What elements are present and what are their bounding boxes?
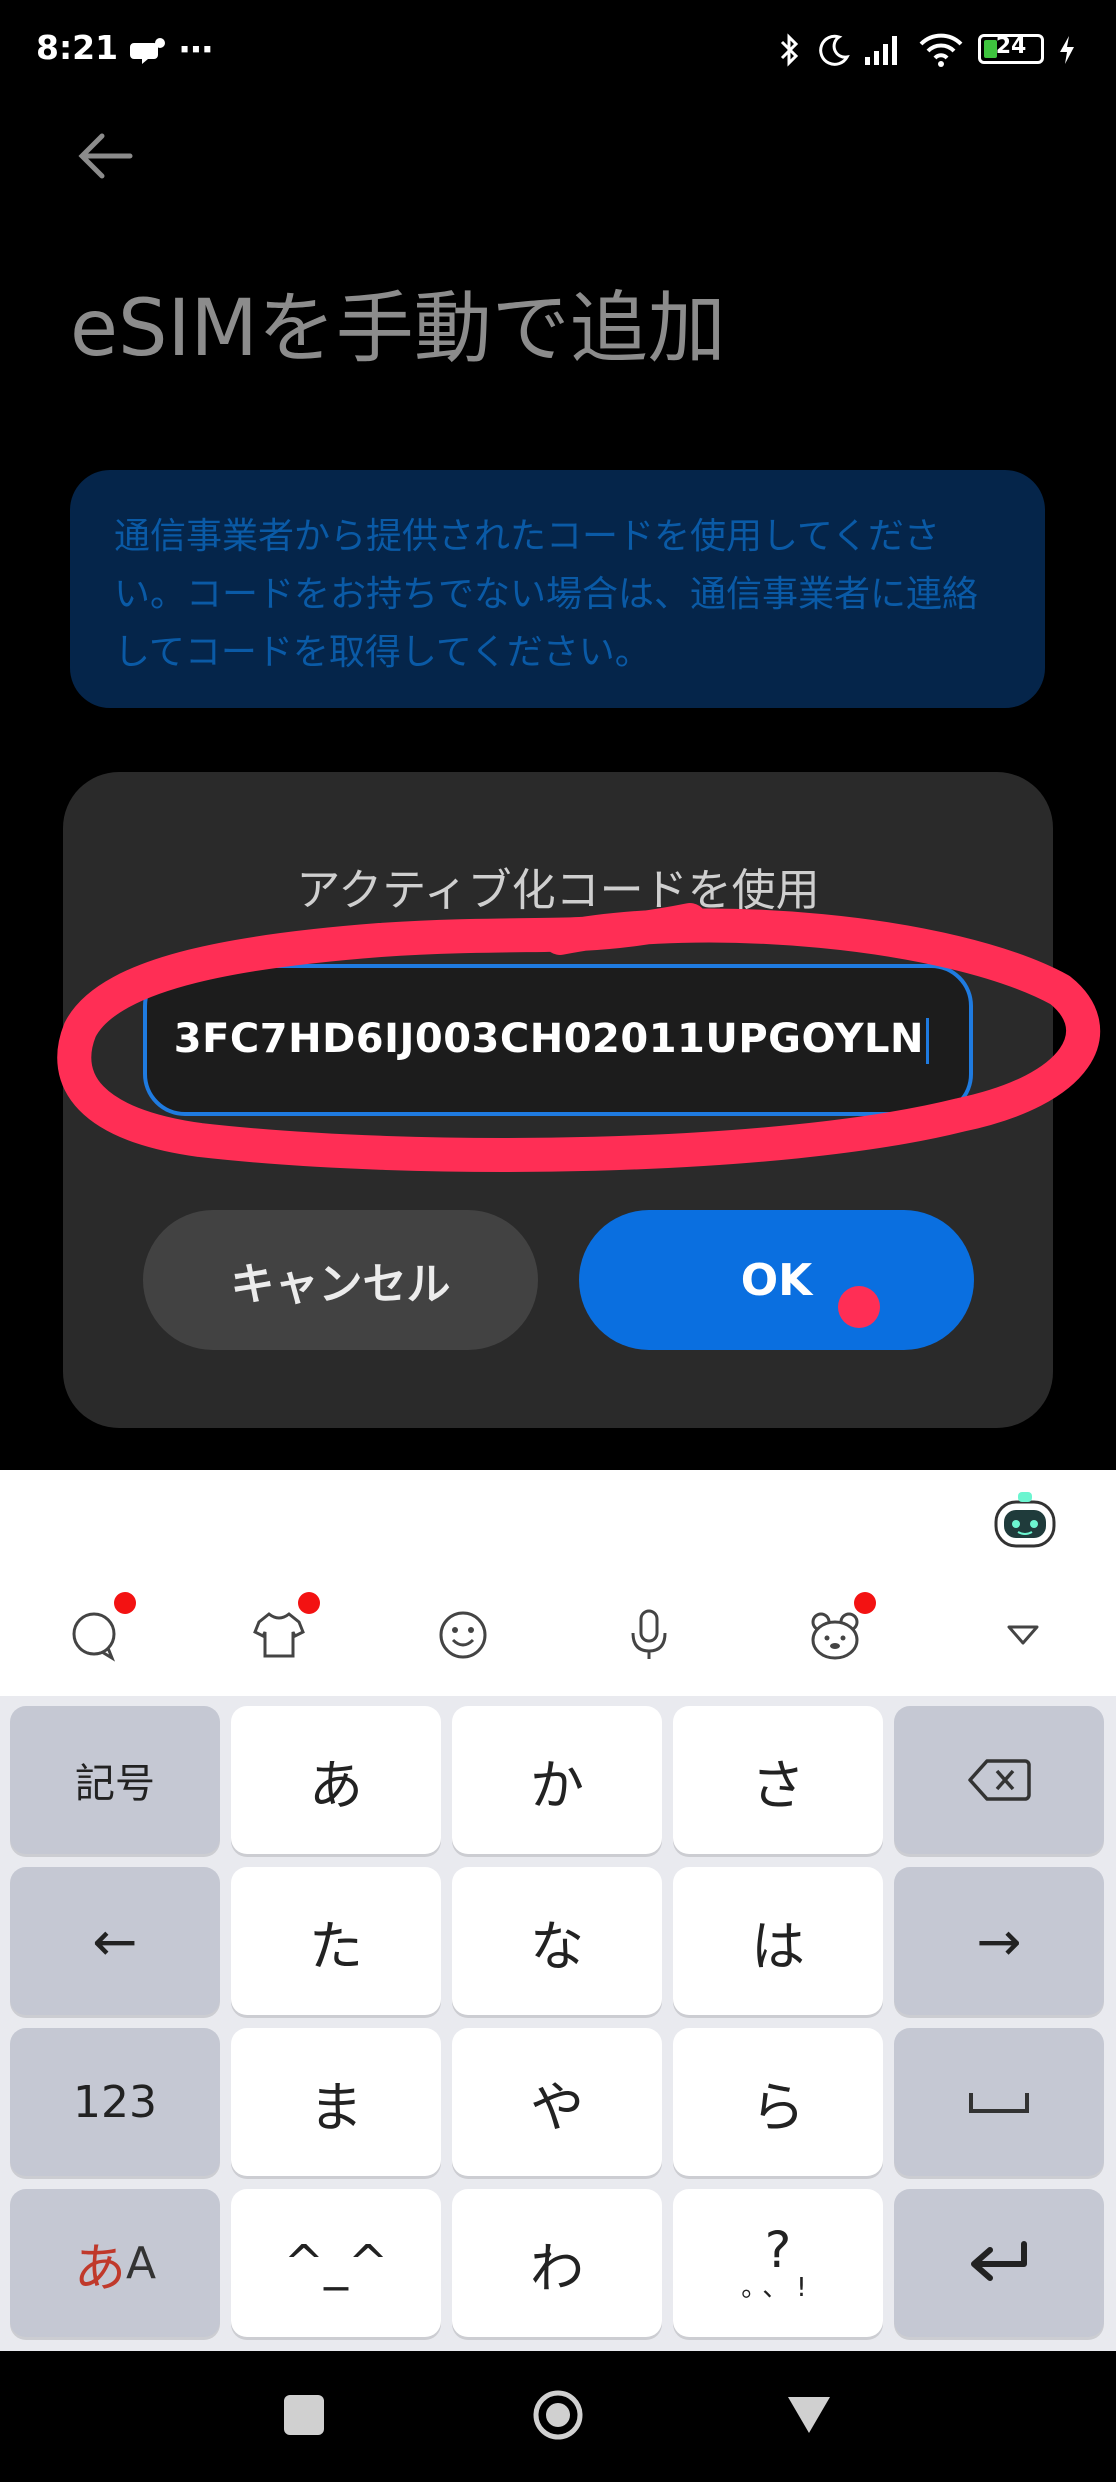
key-kaomoji[interactable]: ^_^ [231,2189,441,2337]
key-right-arrow[interactable]: → [894,1867,1104,2015]
notification-dot [854,1592,876,1614]
notification-dot [114,1592,136,1614]
more-dots-icon: ⋯ [179,30,213,70]
wifi-icon [916,30,966,70]
robot-assistant-icon[interactable] [990,1488,1060,1558]
notification-dot [298,1592,320,1614]
collapse-keyboard-icon[interactable] [988,1600,1058,1670]
home-button[interactable] [532,2389,584,2441]
back-button[interactable] [70,120,150,200]
moon-icon [814,30,854,70]
backspace-icon [968,1759,1031,1801]
key-punctuation[interactable]: ? 。、! [673,2189,883,2337]
key-ha[interactable]: は [673,1867,883,2015]
key-ma[interactable]: ま [231,2028,441,2176]
space-icon [969,2093,1029,2113]
key-input-mode[interactable]: あA [10,2189,220,2337]
key-wa[interactable]: わ [452,2189,662,2337]
recents-button[interactable] [284,2395,324,2435]
key-enter[interactable] [894,2189,1104,2337]
punct-sub: 。、! [741,2273,815,2303]
key-a[interactable]: あ [231,1706,441,1854]
battery-level: 24 [995,34,1027,59]
key-sa[interactable]: さ [673,1706,883,1854]
punct-main: ? [764,2221,792,2279]
key-ka[interactable]: か [452,1706,662,1854]
home-icon [533,2390,583,2440]
key-symbols[interactable]: 記号 [10,1706,220,1854]
emoji-icon[interactable] [428,1600,498,1670]
charging-icon [1052,30,1082,70]
cancel-button[interactable]: キャンセル [143,1210,538,1350]
key-na[interactable]: な [452,1867,662,2015]
microphone-icon[interactable] [614,1600,684,1670]
key-left-arrow[interactable]: ← [10,1867,220,2015]
page-title: eSIMを手動で追加 [70,284,726,374]
enter-icon [971,2241,1027,2281]
app-notification-icon [128,30,168,70]
key-ya[interactable]: や [452,2028,662,2176]
mode-kana-label: あ [73,2238,126,2299]
activation-code-text: 3FC7HD6IJ003CH02011UPGOYLN [174,1016,929,1064]
signal-icon [862,30,904,70]
activation-code-input[interactable]: 3FC7HD6IJ003CH02011UPGOYLN [143,964,973,1116]
activation-code-dialog: アクティブ化コードを使用 3FC7HD6IJ003CH02011UPGOYLN … [63,772,1053,1428]
back-nav-button[interactable] [786,2395,832,2435]
activation-code-value: 3FC7HD6IJ003CH02011UPGOYLN [173,1016,924,1062]
keyboard-toolbar [0,1470,1116,1696]
chat-icon[interactable] [60,1592,136,1670]
text-caret [926,1018,929,1064]
dialog-title: アクティブ化コードを使用 [296,865,820,916]
info-text: 通信事業者から提供されたコードを使用してください。コードをお持ちでない場合は、通… [114,516,979,673]
key-backspace[interactable] [894,1706,1104,1854]
back-arrow-icon [78,133,133,179]
ok-button[interactable]: OK [579,1210,974,1350]
status-time: 8:21 [36,28,119,67]
info-box: 通信事業者から提供されたコードを使用してください。コードをお持ちでない場合は、通… [70,470,1045,708]
key-ta[interactable]: た [231,1867,441,2015]
back-triangle-icon [788,2397,830,2433]
key-ra[interactable]: ら [673,2028,883,2176]
key-space[interactable] [894,2028,1104,2176]
shirt-icon[interactable] [244,1592,320,1670]
tap-indicator-dot [838,1286,880,1328]
status-bar: 8:21 ⋯ 24 [0,0,1116,100]
battery-icon: 24 [978,34,1044,64]
navigation-bar [0,2351,1116,2482]
bear-sticker-icon[interactable] [800,1592,876,1670]
mode-latin-label: A [125,2237,157,2289]
key-numbers[interactable]: 123 [10,2028,220,2176]
bluetooth-icon [770,30,810,70]
